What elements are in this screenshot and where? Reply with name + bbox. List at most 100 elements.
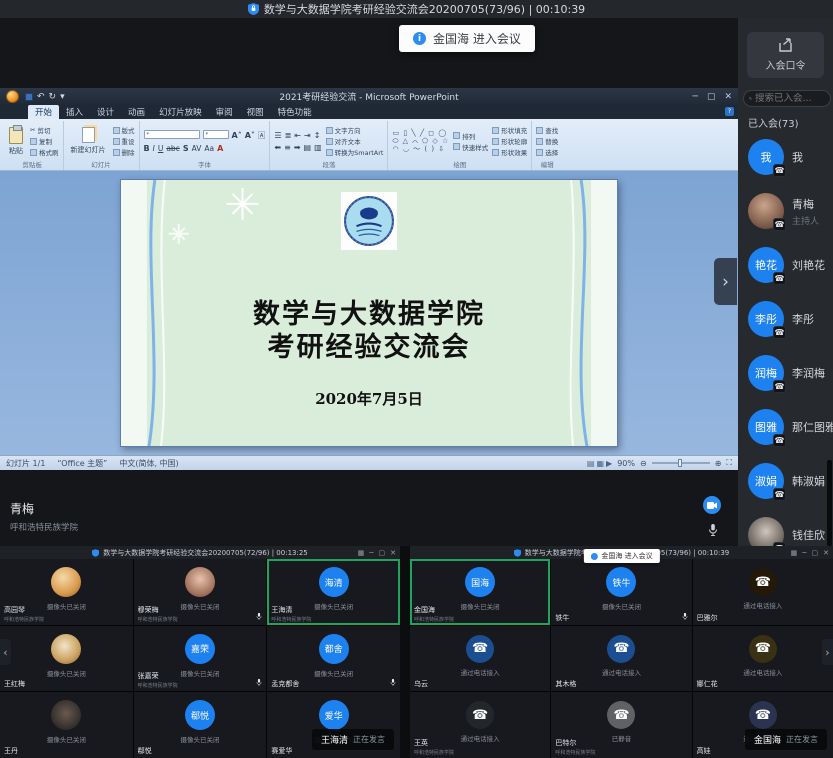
help-icon[interactable]: ? [725, 107, 734, 116]
next-page-chevron[interactable]: › [822, 639, 833, 665]
layout-icon[interactable]: ▦ [791, 549, 798, 557]
video-tile[interactable]: 摄像头已关闭 穆荣梅呼和浩特民族学院 [134, 559, 267, 625]
close-icon[interactable]: ✕ [390, 549, 396, 557]
font-size-dropdown[interactable]: ▾ [203, 130, 229, 139]
paste-button[interactable]: 粘贴 [6, 123, 26, 159]
columns-button[interactable]: ▥ [314, 143, 322, 152]
character-spacing-button[interactable]: AV [192, 144, 202, 153]
tab-slideshow[interactable]: 幻灯片放映 [152, 105, 209, 119]
scrollbar-thumb[interactable] [827, 460, 832, 546]
grow-font-button[interactable]: A˄ [232, 131, 242, 140]
bold-button[interactable]: B [144, 144, 150, 153]
maximize-icon[interactable]: ▢ [707, 92, 716, 102]
video-tile[interactable]: 嘉荣 摄像头已关闭 张嘉荣呼和浩特民族学院 [134, 626, 267, 692]
close-icon[interactable]: ✕ [724, 92, 732, 102]
numbering-button[interactable]: ≣ [285, 131, 292, 140]
slide-sorter-icon[interactable]: ▦ [596, 459, 604, 468]
participant-row[interactable]: 润梅☎ 李润梅 [738, 346, 833, 400]
justify-button[interactable]: ▤ [304, 143, 312, 152]
video-tile[interactable]: 摄像头已关闭 高园琴呼和浩特民族学院 [0, 559, 133, 625]
phone-participant-tile[interactable]: ☎ 通过电话接入 巴雅尔 [693, 559, 833, 625]
prev-page-chevron[interactable]: ‹ [0, 639, 11, 665]
search-box[interactable] [743, 90, 831, 107]
tab-design[interactable]: 设计 [90, 105, 121, 119]
find-button[interactable]: 查找 [536, 125, 558, 135]
change-case-button[interactable]: Aa [204, 144, 214, 153]
new-slide-button[interactable]: 新建幻灯片 [68, 123, 109, 159]
video-tile-active-speaker[interactable]: 国海 摄像头已关闭 金国海呼和浩特民族学院 [410, 559, 550, 625]
tab-view[interactable]: 视图 [240, 105, 271, 119]
office-button[interactable] [6, 90, 19, 103]
slideshow-view-icon[interactable]: ▶ [606, 459, 612, 468]
video-tile[interactable]: 郗悦 摄像头已关闭 郗悦 [134, 692, 267, 758]
minimize-icon[interactable]: ─ [693, 92, 698, 102]
cut-button[interactable]: ✂剪切 [30, 125, 59, 135]
tab-special[interactable]: 特色功能 [271, 105, 319, 119]
line-spacing-button[interactable]: ↕ [314, 131, 321, 140]
minimize-icon[interactable]: ─ [802, 549, 806, 557]
underline-button[interactable]: U [158, 144, 164, 153]
arrange-button[interactable]: 排列 [453, 131, 488, 141]
select-button[interactable]: 选择 [536, 147, 558, 157]
align-left-button[interactable]: ⬅ [274, 143, 281, 152]
redo-icon[interactable]: ↻ [49, 92, 57, 102]
participant-row[interactable]: 艳花☎ 刘艳花 [738, 238, 833, 292]
tab-review[interactable]: 审阅 [209, 105, 240, 119]
participant-row[interactable]: 图雅☎ 那仁图雅 [738, 400, 833, 454]
phone-participant-tile[interactable]: ☎ 通过电话接入 乌云 [410, 626, 550, 692]
save-icon[interactable] [25, 93, 33, 101]
zoom-in-icon[interactable]: ⊕ [715, 459, 722, 468]
video-tile-active-speaker[interactable]: 海清 摄像头已关闭 王海清呼和浩特民族学院 [267, 559, 400, 625]
shapes-gallery[interactable]: ▭ ▯ ╲ ╱ ◻ ◯ ⬭ △ ⌒ ⬠ ◇ ☆ ◠ ◡ 〜 ( ) ⇩ [392, 123, 449, 159]
shape-fill-button[interactable]: 形状填充 [492, 125, 527, 135]
indent-increase-button[interactable]: ⇥ [304, 131, 311, 140]
video-tile[interactable]: 摄像头已关闭 王丹 [0, 692, 133, 758]
tab-animations[interactable]: 动画 [121, 105, 152, 119]
participant-row[interactable]: 我☎ 我 [738, 130, 833, 184]
zoom-slider[interactable] [652, 462, 710, 464]
layout-button[interactable]: 版式 [113, 125, 135, 135]
bullets-button[interactable]: ☰ [274, 131, 281, 140]
video-tile[interactable]: 铁牛 摄像头已关闭 铁牛 [551, 559, 691, 625]
video-status-icon[interactable] [703, 496, 721, 514]
replace-button[interactable]: 替换 [536, 136, 558, 146]
copy-button[interactable]: 复制 [30, 136, 59, 146]
phone-participant-tile[interactable]: ☎ 通过电话接入 娜仁花 [693, 626, 833, 692]
participant-row[interactable]: 淑娟☎ 韩淑娟 [738, 454, 833, 508]
phone-participant-tile[interactable]: ☎ 通过电话接入 王英呼和浩特民族学院 [410, 692, 550, 758]
maximize-icon[interactable]: ▢ [812, 549, 819, 557]
shadow-button[interactable]: S [183, 144, 189, 153]
zoom-out-icon[interactable]: ⊖ [640, 459, 647, 468]
tab-insert[interactable]: 插入 [59, 105, 90, 119]
stage-next-chevron[interactable]: › [714, 258, 737, 305]
align-right-button[interactable]: ➡ [294, 143, 301, 152]
maximize-icon[interactable]: ▢ [379, 549, 386, 557]
phone-participant-tile[interactable]: ☎ 已静音 巴特尔呼和浩特民族学院 [551, 692, 691, 758]
fit-to-window-icon[interactable]: ⛶ [726, 458, 732, 468]
smartart-button[interactable]: 转换为SmartArt [326, 147, 384, 157]
qat-dropdown-icon[interactable]: ▾ [60, 92, 65, 102]
undo-icon[interactable]: ↶ [37, 92, 45, 102]
search-input[interactable] [755, 93, 825, 104]
align-text-button[interactable]: 对齐文本 [326, 136, 384, 146]
tab-home[interactable]: 开始 [28, 105, 59, 119]
shrink-font-button[interactable]: A˅ [245, 131, 255, 140]
text-direction-button[interactable]: 文字方向 [326, 125, 384, 135]
delete-button[interactable]: 删除 [113, 147, 135, 157]
close-icon[interactable]: ✕ [823, 549, 829, 557]
indent-decrease-button[interactable]: ⇤ [294, 131, 301, 140]
layout-icon[interactable]: ▦ [358, 549, 365, 557]
font-family-dropdown[interactable]: ▾ [144, 130, 200, 139]
quick-styles-button[interactable]: 快速样式 [453, 142, 488, 152]
meeting-password-button[interactable]: 入会口令 [747, 32, 824, 78]
clear-format-button[interactable]: 🄰 [258, 130, 266, 141]
shape-outline-button[interactable]: 形状轮廓 [492, 136, 527, 146]
video-tile[interactable]: 摄像头已关闭 王红梅 [0, 626, 133, 692]
strikethrough-button[interactable]: abc [166, 144, 179, 153]
font-color-button[interactable]: A [217, 144, 223, 153]
normal-view-icon[interactable]: ▤ [587, 459, 595, 468]
participant-row[interactable]: ☎ 青梅主持人 [738, 184, 833, 238]
format-painter-button[interactable]: 格式刷 [30, 147, 59, 157]
align-center-button[interactable]: ≡ [284, 143, 291, 152]
phone-participant-tile[interactable]: ☎ 通过电话接入 其木格 [551, 626, 691, 692]
